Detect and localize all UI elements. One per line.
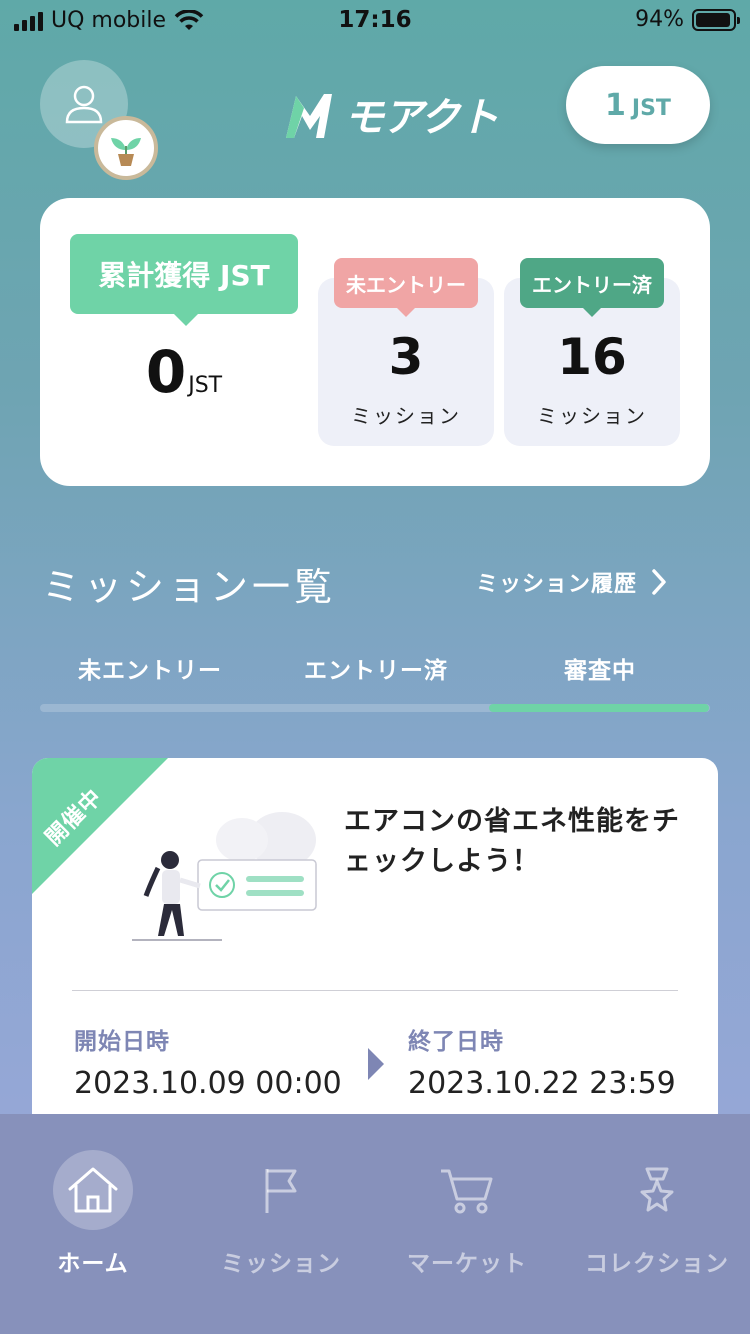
home-icon <box>68 1167 118 1213</box>
nav-mission[interactable]: ミッション <box>188 1150 374 1280</box>
total-jst-value: 0JST <box>70 338 298 406</box>
nav-market-label: マーケット <box>407 1251 527 1277</box>
app-header: モアクト 1 JST <box>0 56 750 186</box>
mission-history-label: ミッション履歴 <box>476 572 638 597</box>
tab-active-indicator <box>489 704 709 712</box>
entered-count: 16 <box>557 328 627 386</box>
nav-home-label: ホーム <box>57 1251 129 1277</box>
battery-percent: 94% <box>635 7 684 32</box>
flag-icon-wrap <box>241 1150 321 1230</box>
jst-balance-value: 1 <box>605 88 626 123</box>
not-entered-tag: 未エントリー <box>334 258 478 317</box>
not-entered-unit: ミッション <box>351 404 461 428</box>
entered-tag: エントリー済 <box>520 258 664 317</box>
not-entered-count: 3 <box>388 328 424 386</box>
end-date-label: 終了日時 <box>408 1029 504 1055</box>
tab-not-entered[interactable]: 未エントリー <box>40 652 260 704</box>
battery-icon <box>692 8 740 31</box>
mission-illustration <box>132 812 317 941</box>
jst-balance-button[interactable]: 1 JST <box>566 66 710 144</box>
cart-icon <box>441 1169 493 1214</box>
medal-icon-wrap <box>617 1150 697 1230</box>
medal-icon <box>640 1167 674 1212</box>
cart-icon-wrap <box>427 1150 507 1230</box>
card-divider <box>72 990 678 991</box>
start-date-value: 2023.10.09 00:00 <box>74 1066 342 1101</box>
mission-title: エアコンの省エネ性能をチェックしよう！ <box>344 806 680 877</box>
logo-mark-icon <box>286 94 332 138</box>
total-jst-number: 0 <box>145 338 187 406</box>
mission-card[interactable]: 開催中 エアコンの省エネ性能をチェックしよう！ 開始日時 2023.10.09 … <box>32 758 718 1158</box>
nav-collection-label: コレクション <box>585 1251 729 1277</box>
date-arrow-icon <box>368 1048 384 1080</box>
user-icon <box>65 85 103 124</box>
nav-market[interactable]: マーケット <box>374 1150 560 1280</box>
flag-icon <box>265 1169 297 1213</box>
app-logo: モアクト <box>282 86 499 142</box>
plant-badge-icon <box>94 116 158 180</box>
jst-balance-unit: JST <box>631 96 671 121</box>
mission-tabs: 未エントリー エントリー済 審査中 <box>40 652 710 714</box>
home-icon-wrap <box>53 1150 133 1230</box>
start-date-label: 開始日時 <box>74 1029 170 1055</box>
tab-entered[interactable]: エントリー済 <box>266 652 486 704</box>
nav-collection[interactable]: コレクション <box>564 1150 750 1280</box>
bottom-nav: ホーム ミッション マーケット コレクション <box>0 1114 750 1334</box>
mission-history-link[interactable]: ミッション履歴 <box>476 566 667 598</box>
nav-mission-label: ミッション <box>221 1251 341 1277</box>
total-jst-label: 累計獲得 JST <box>70 234 298 326</box>
status-right: 94% <box>635 7 740 32</box>
mission-list-title: ミッション一覧 <box>42 565 337 609</box>
summary-card: 累計獲得 JST 0JST 3 ミッション 16 ミッション 未エントリー エン… <box>40 198 710 486</box>
tab-under-review[interactable]: 審査中 <box>490 652 710 704</box>
entered-unit: ミッション <box>537 404 647 428</box>
nav-home[interactable]: ホーム <box>0 1150 186 1280</box>
chevron-right-icon <box>652 569 666 595</box>
total-jst-unit: JST <box>188 373 223 398</box>
status-bar: UQ mobile 17:16 94% <box>0 0 750 42</box>
end-date-value: 2023.10.22 23:59 <box>408 1066 676 1101</box>
logo-text: モアクト <box>344 95 499 141</box>
